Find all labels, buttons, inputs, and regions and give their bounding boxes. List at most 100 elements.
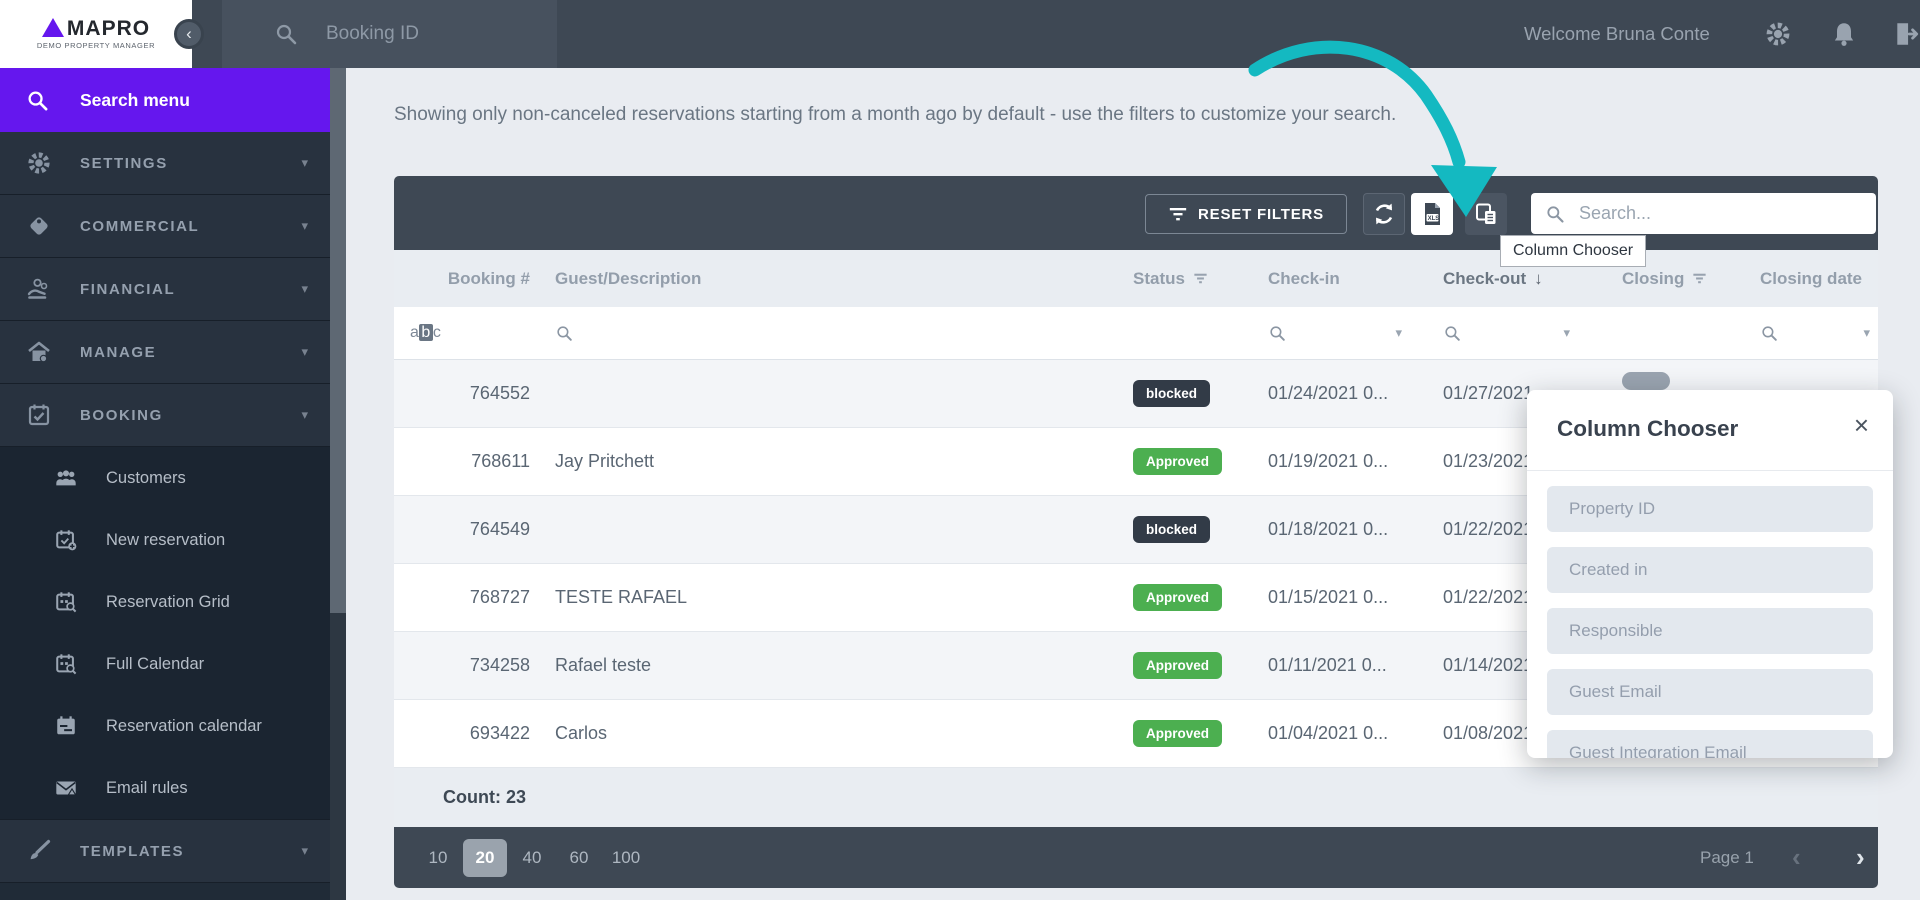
column-chooser-item[interactable]: Responsible bbox=[1547, 608, 1873, 654]
column-chooser-item[interactable]: Guest Integration Email bbox=[1547, 730, 1873, 758]
page-size-60[interactable]: 60 bbox=[557, 839, 601, 877]
chevron-down-icon[interactable]: ▾ bbox=[1563, 325, 1570, 341]
sidebar-section-label: COMMERCIAL bbox=[80, 218, 199, 235]
search-icon bbox=[1760, 324, 1779, 343]
svg-text:XLS: XLS bbox=[1428, 216, 1440, 222]
sidebar-subitem[interactable]: Reservation Grid bbox=[0, 571, 330, 633]
calendar-search-icon bbox=[54, 590, 78, 614]
sidebar-subitem-label: Reservation Grid bbox=[106, 593, 230, 612]
filter-status[interactable] bbox=[1100, 307, 1254, 359]
refresh-icon bbox=[1371, 201, 1397, 227]
welcome-text: Welcome Bruna Conte bbox=[1524, 0, 1710, 68]
sidebar-scrollbar-thumb[interactable] bbox=[330, 68, 346, 613]
pagination-bar: 10204060100 Page 1 ‹ › bbox=[394, 827, 1878, 888]
filter-funnel-icon bbox=[1168, 206, 1188, 222]
booking-id-search[interactable] bbox=[222, 0, 557, 68]
notifications-bell-icon[interactable] bbox=[1830, 20, 1858, 48]
cell-guest: Rafael teste bbox=[544, 632, 1100, 699]
grid-toolbar: RESET FILTERS XLS bbox=[394, 176, 1878, 250]
sidebar-section[interactable]: SETTINGS ▾ bbox=[0, 132, 330, 195]
filter-booking[interactable]: abc bbox=[394, 307, 544, 359]
people-icon bbox=[54, 466, 78, 490]
filter-checkin[interactable]: ▾ bbox=[1254, 307, 1430, 359]
grid-search[interactable] bbox=[1531, 193, 1876, 234]
filter-closing-date[interactable]: ▾ bbox=[1746, 307, 1878, 359]
search-icon bbox=[1545, 204, 1565, 224]
sidebar-scrollbar[interactable] bbox=[330, 68, 346, 900]
sidebar-collapse-button[interactable]: ‹ bbox=[174, 19, 204, 49]
sidebar-subitem[interactable]: Email rules bbox=[0, 757, 330, 819]
cell-guest: TESTE RAFAEL bbox=[544, 564, 1100, 631]
status-badge: blocked bbox=[1133, 380, 1210, 407]
cell-guest bbox=[544, 360, 1100, 427]
logout-icon[interactable] bbox=[1893, 20, 1920, 48]
cell-booking-number: 764549 bbox=[394, 496, 544, 563]
closing-toggle[interactable] bbox=[1622, 372, 1670, 390]
settings-gear-icon[interactable] bbox=[1764, 20, 1792, 48]
sort-desc-icon: ↓ bbox=[1534, 269, 1543, 289]
filter-guest[interactable] bbox=[544, 307, 1100, 359]
sidebar-item-label: Search menu bbox=[80, 90, 190, 111]
status-badge: Approved bbox=[1133, 584, 1222, 611]
page-size-100[interactable]: 100 bbox=[604, 839, 648, 877]
logo[interactable]: MAPRO DEMO PROPERTY MANAGER bbox=[0, 0, 192, 68]
grid-search-input[interactable] bbox=[1577, 202, 1861, 225]
filter-funnel-icon[interactable] bbox=[1193, 272, 1208, 285]
close-icon[interactable]: × bbox=[1854, 410, 1869, 441]
page-size-20[interactable]: 20 bbox=[463, 839, 507, 877]
sidebar-subitem[interactable]: New reservation bbox=[0, 509, 330, 571]
page-size-40[interactable]: 40 bbox=[510, 839, 554, 877]
cell-status: Approved bbox=[1100, 564, 1254, 631]
sidebar: Search menu SETTINGS ▾ COMMERCIAL ▾ FINA… bbox=[0, 68, 330, 900]
page-size-group: 10204060100 bbox=[416, 839, 648, 877]
header-checkin[interactable]: Check-in bbox=[1254, 250, 1430, 307]
sidebar-section[interactable]: BOOKING ▾ bbox=[0, 384, 330, 447]
column-chooser-icon bbox=[1473, 201, 1499, 227]
reset-filters-button[interactable]: RESET FILTERS bbox=[1145, 194, 1347, 234]
gear-icon bbox=[26, 150, 52, 176]
cell-status: Approved bbox=[1100, 632, 1254, 699]
header-status[interactable]: Status bbox=[1100, 250, 1254, 307]
sidebar-section[interactable]: MANAGE ▾ bbox=[0, 321, 330, 384]
filter-checkout[interactable]: ▾ bbox=[1430, 307, 1606, 359]
column-chooser-button[interactable] bbox=[1465, 193, 1507, 235]
sidebar-subitem[interactable]: Customers bbox=[0, 447, 330, 509]
column-chooser-title: Column Chooser bbox=[1557, 416, 1738, 442]
refresh-button[interactable] bbox=[1363, 193, 1405, 235]
cell-checkin: 01/11/2021 0... bbox=[1254, 632, 1430, 699]
column-chooser-item[interactable]: Property ID bbox=[1547, 486, 1873, 532]
previous-page-icon[interactable]: ‹ bbox=[1792, 842, 1801, 873]
export-xls-button[interactable]: XLS bbox=[1411, 193, 1453, 235]
sidebar-subitem[interactable]: Full Calendar bbox=[0, 633, 330, 695]
page-indicator: Page 1 bbox=[1700, 848, 1754, 868]
filter-funnel-icon[interactable] bbox=[1692, 272, 1707, 285]
cell-booking-number: 764552 bbox=[394, 360, 544, 427]
cell-checkin: 01/24/2021 0... bbox=[1254, 360, 1430, 427]
chevron-down-icon[interactable]: ▾ bbox=[1395, 325, 1402, 341]
search-icon bbox=[26, 89, 49, 112]
sidebar-section[interactable]: COMMERCIAL ▾ bbox=[0, 195, 330, 258]
header-guest[interactable]: Guest/Description bbox=[544, 250, 1100, 307]
finance-icon bbox=[26, 276, 52, 302]
next-page-icon[interactable]: › bbox=[1856, 842, 1865, 873]
header-booking[interactable]: Booking # bbox=[394, 250, 544, 307]
column-chooser-panel: Column Chooser × Property ID Created in Re… bbox=[1527, 390, 1893, 758]
sidebar-section[interactable]: TEMPLATES ▾ bbox=[0, 820, 330, 883]
sidebar-item-search-menu[interactable]: Search menu bbox=[0, 68, 330, 132]
column-chooser-item[interactable]: Created in bbox=[1547, 547, 1873, 593]
calendar-check-icon bbox=[26, 402, 52, 428]
logo-triangle-icon bbox=[42, 18, 64, 37]
booking-id-search-input[interactable] bbox=[324, 22, 548, 46]
sidebar-subitem[interactable]: Reservation calendar bbox=[0, 695, 330, 757]
page-size-10[interactable]: 10 bbox=[416, 839, 460, 877]
sidebar-section-label: BOOKING bbox=[80, 407, 163, 424]
cell-status: blocked bbox=[1100, 360, 1254, 427]
tag-icon bbox=[26, 213, 52, 239]
sidebar-section[interactable]: FINANCIAL ▾ bbox=[0, 258, 330, 321]
cell-checkin: 01/19/2021 0... bbox=[1254, 428, 1430, 495]
column-chooser-item[interactable]: Guest Email bbox=[1547, 669, 1873, 715]
chevron-down-icon[interactable]: ▾ bbox=[1863, 325, 1870, 341]
top-bar: MAPRO DEMO PROPERTY MANAGER ‹ Welcome Br… bbox=[0, 0, 1920, 68]
header-closing-date[interactable]: Closing date bbox=[1746, 250, 1878, 307]
filter-closing[interactable] bbox=[1606, 307, 1746, 359]
